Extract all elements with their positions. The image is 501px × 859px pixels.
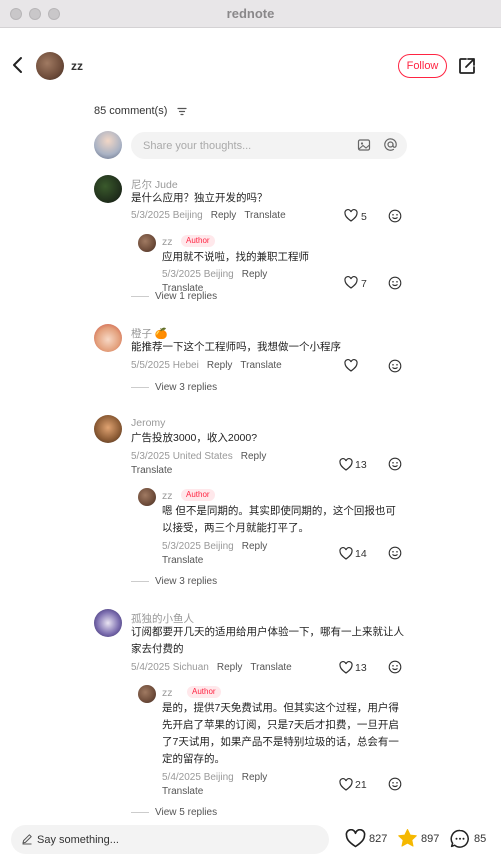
heart-icon[interactable]: [339, 458, 353, 471]
current-user-avatar: [94, 131, 122, 159]
pencil-icon: [22, 834, 32, 845]
heart-icon[interactable]: [339, 778, 353, 791]
reply-meta: 5/3/2025 Beijing Reply: [162, 541, 267, 552]
reply-author-name[interactable]: zz: [162, 490, 173, 502]
reply-link[interactable]: Reply: [242, 541, 268, 552]
comment-meta: 5/5/2025 Hebei Reply Translate: [131, 360, 282, 371]
comment-meta: 5/4/2025 Sichuan Reply Translate: [131, 662, 292, 673]
comment-date: 5/3/2025 Beijing: [131, 210, 203, 221]
author-badge: Author: [181, 489, 215, 501]
reply-link[interactable]: Reply: [207, 360, 233, 371]
commenter-avatar[interactable]: [94, 175, 122, 203]
comment-text: 广告投放3000，收入2000?: [131, 432, 258, 444]
reply-date: 5/3/2025 Beijing: [162, 269, 234, 280]
emoji-react-icon[interactable]: [388, 209, 402, 223]
like-heart-icon[interactable]: [345, 829, 366, 848]
collect-star-icon[interactable]: [397, 828, 418, 848]
like-count: 5: [361, 211, 367, 223]
comment-count: 85 comment(s): [94, 105, 168, 117]
view-replies-link[interactable]: View 3 replies: [131, 382, 217, 393]
view-replies-link[interactable]: View 1 replies: [131, 291, 217, 302]
reply-link[interactable]: Reply: [217, 662, 243, 673]
author-badge: Author: [181, 235, 215, 247]
heart-icon[interactable]: [344, 276, 358, 289]
mention-icon[interactable]: [383, 137, 398, 152]
comment-date: 5/5/2025 Hebei: [131, 360, 199, 371]
note-header: zz Follow: [0, 28, 501, 104]
commenter-avatar[interactable]: [94, 324, 122, 352]
share-icon[interactable]: [457, 56, 477, 76]
like-count: 21: [355, 779, 367, 791]
comment-meta: 5/3/2025 Beijing Reply Translate: [131, 210, 286, 221]
reply-author-avatar[interactable]: [138, 488, 156, 506]
emoji-react-icon[interactable]: [388, 546, 402, 560]
like-count: 14: [355, 548, 367, 560]
comment-bubble-icon[interactable]: [450, 829, 470, 848]
emoji-react-icon[interactable]: [388, 660, 402, 674]
comment-input[interactable]: Share your thoughts...: [131, 132, 407, 159]
view-replies-link[interactable]: View 5 replies: [131, 807, 217, 818]
collect-total: 897: [421, 833, 440, 845]
heart-icon[interactable]: [344, 209, 358, 222]
translate-link[interactable]: Translate: [250, 662, 291, 673]
reply-text: 嗯 但不是同期的。其实即使同期的，这个回报也可以接受，两三个月就能打平了。: [162, 505, 396, 534]
translate-link[interactable]: Translate: [162, 786, 203, 797]
comment-input-placeholder: Share your thoughts...: [143, 140, 252, 152]
reply-link[interactable]: Reply: [242, 269, 268, 280]
like-count: 7: [361, 278, 367, 290]
translate-link[interactable]: Translate: [240, 360, 281, 371]
comment-date: 5/3/2025 United States: [131, 451, 233, 462]
translate-link[interactable]: Translate: [162, 555, 203, 566]
like-count: 13: [355, 662, 367, 674]
sort-filter-icon[interactable]: [177, 107, 187, 116]
bottom-bar: Say something... 827 897 85: [0, 821, 501, 859]
reply-author-avatar[interactable]: [138, 685, 156, 703]
translate-link[interactable]: Translate: [131, 465, 172, 476]
reply-author-name[interactable]: zz: [162, 687, 173, 699]
comment-date: 5/4/2025 Sichuan: [131, 662, 209, 673]
author-badge: Author: [187, 686, 221, 698]
say-something-placeholder: Say something...: [37, 834, 119, 846]
reply-meta: 5/4/2025 Beijing Reply: [162, 772, 267, 783]
comment-meta: 5/3/2025 United States Reply: [131, 451, 266, 462]
window-titlebar: rednote: [0, 0, 501, 28]
emoji-react-icon[interactable]: [388, 777, 402, 791]
translate-link[interactable]: Translate: [244, 210, 285, 221]
heart-icon[interactable]: [339, 661, 353, 674]
follow-button[interactable]: Follow: [398, 54, 447, 78]
author-name[interactable]: zz: [71, 59, 83, 73]
emoji-react-icon[interactable]: [388, 457, 402, 471]
say-something-input[interactable]: Say something...: [11, 825, 329, 854]
reply-link[interactable]: Reply: [211, 210, 237, 221]
reply-link[interactable]: Reply: [242, 772, 268, 783]
reply-text: 应用就不说啦，找的兼职工程师: [162, 251, 309, 263]
reply-date: 5/3/2025 Beijing: [162, 541, 234, 552]
comment-text: 能推荐一下这个工程师吗，我想做一个小程序: [131, 341, 341, 353]
reply-author-avatar[interactable]: [138, 234, 156, 252]
like-count: 13: [355, 459, 367, 471]
reply-meta: 5/3/2025 Beijing Reply: [162, 269, 267, 280]
author-avatar[interactable]: [36, 52, 64, 80]
reply-link[interactable]: Reply: [241, 451, 267, 462]
heart-icon[interactable]: [339, 547, 353, 560]
comment-total: 85: [474, 833, 487, 845]
commenter-name[interactable]: Jeromy: [131, 417, 165, 429]
back-arrow-icon[interactable]: [10, 55, 26, 75]
like-total: 827: [369, 833, 388, 845]
commenter-avatar[interactable]: [94, 609, 122, 637]
heart-icon[interactable]: [344, 359, 358, 372]
comment-text: 订阅都要开几天的适用给用户体验一下，哪有一上来就让人家去付费的: [131, 626, 404, 655]
view-replies-link[interactable]: View 3 replies: [131, 576, 217, 587]
commenter-avatar[interactable]: [94, 415, 122, 443]
emoji-react-icon[interactable]: [388, 359, 402, 373]
reply-date: 5/4/2025 Beijing: [162, 772, 234, 783]
reply-author-name[interactable]: zz: [162, 236, 173, 248]
comment-text: 是什么应用？独立开发的吗？: [131, 192, 268, 204]
image-icon[interactable]: [357, 138, 371, 152]
emoji-react-icon[interactable]: [388, 276, 402, 290]
window-title: rednote: [226, 6, 275, 21]
reply-text: 是的，提供7天免费试用。但其实这个过程，用户得先开启了苹果的订阅，只是7天后才扣…: [162, 702, 399, 765]
